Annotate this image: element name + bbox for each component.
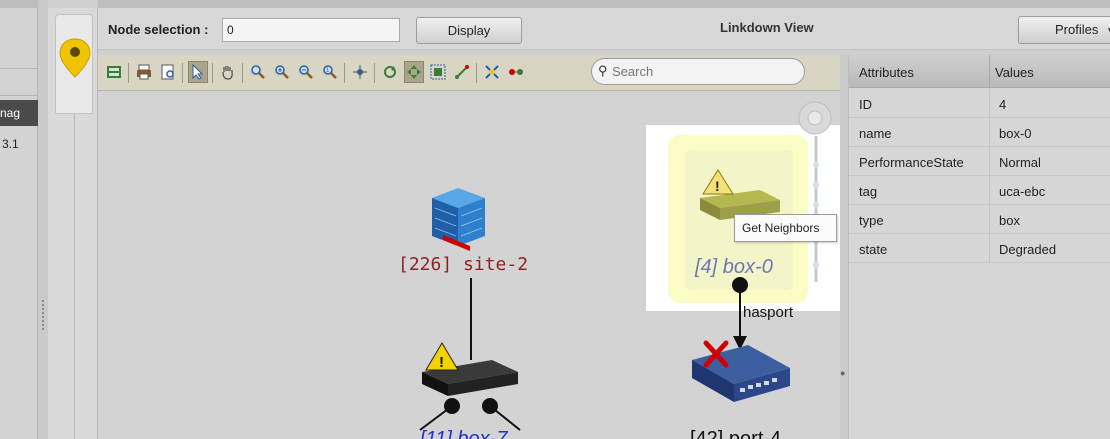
table-row[interactable]: state Degraded xyxy=(849,234,1110,263)
attribute-value: Degraded xyxy=(999,242,1057,257)
attribute-value: 4 xyxy=(999,97,1007,112)
edge-endpoint xyxy=(444,398,460,414)
edge-endpoint xyxy=(482,398,498,414)
table-row[interactable]: ID 4 xyxy=(849,89,1110,118)
column-divider xyxy=(989,205,990,234)
attribute-value: Normal xyxy=(999,155,1041,170)
attribute-key: name xyxy=(859,126,892,141)
column-divider xyxy=(989,118,990,147)
column-divider xyxy=(989,234,990,263)
column-header-attributes[interactable]: Attributes xyxy=(859,65,914,80)
svg-text:!: ! xyxy=(439,354,444,371)
attribute-key: ID xyxy=(859,97,872,112)
edge-label-hasport: hasport xyxy=(743,304,794,321)
svg-text:!: ! xyxy=(715,178,720,194)
network-switch-icon[interactable] xyxy=(692,345,790,402)
attribute-key: state xyxy=(859,242,888,257)
column-divider xyxy=(989,55,990,88)
node-label-site[interactable]: [226] site-2 xyxy=(398,254,528,275)
collapse-arrow-icon[interactable]: ● xyxy=(840,368,845,378)
attribute-key: type xyxy=(859,213,884,228)
column-divider xyxy=(989,176,990,205)
tooltip-get-neighbors[interactable]: Get Neighbors xyxy=(734,214,837,242)
table-row[interactable]: PerformanceState Normal xyxy=(849,147,1110,176)
column-divider xyxy=(989,147,990,176)
table-row[interactable]: name box-0 xyxy=(849,118,1110,147)
attribute-value: box-0 xyxy=(999,126,1032,141)
panel-splitter[interactable]: ● xyxy=(840,55,848,439)
node-label-box0[interactable]: [4] box-0 xyxy=(695,256,773,279)
attribute-value: uca-ebc xyxy=(999,184,1046,199)
table-row[interactable]: type box xyxy=(849,205,1110,234)
attribute-key: tag xyxy=(859,184,878,199)
node-label-port[interactable]: [42] port-4 xyxy=(690,428,781,439)
building-icon[interactable] xyxy=(432,188,485,251)
attribute-value: box xyxy=(999,213,1020,228)
edge-endpoint xyxy=(732,277,748,293)
column-divider xyxy=(989,89,990,118)
attributes-header: Attributes Values xyxy=(849,55,1110,88)
column-header-values[interactable]: Values xyxy=(995,65,1034,80)
attributes-panel: Attributes Values ID 4 name box-0 Performa… xyxy=(848,55,1110,439)
warning-icon: ! xyxy=(425,342,459,371)
table-row[interactable]: tag uca-ebc xyxy=(849,176,1110,205)
attribute-key: PerformanceState xyxy=(859,155,964,170)
node-label-box7[interactable]: [11] box-7 xyxy=(420,428,507,439)
